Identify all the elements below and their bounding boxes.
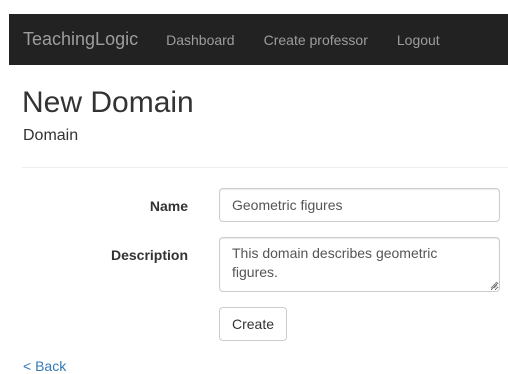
resize-handle-icon[interactable] [490,281,498,289]
nav-dashboard-link[interactable]: Dashboard [166,32,235,48]
brand-link[interactable]: TeachingLogic [23,29,138,50]
description-textarea[interactable]: This domain describes geometric figures. [219,237,500,292]
page-subtitle: Domain [23,127,79,144]
name-input[interactable]: Geometric figures [219,188,500,222]
nav-create-professor-link[interactable]: Create professor [264,32,368,48]
name-label: Name [149,198,188,214]
divider [22,167,508,168]
description-label: Description [110,247,188,263]
nav-logout-link[interactable]: Logout [397,32,440,48]
page-title: New Domain [22,86,194,119]
top-navbar: TeachingLogic Dashboard Create professor… [9,14,508,65]
create-button[interactable]: Create [219,307,288,341]
